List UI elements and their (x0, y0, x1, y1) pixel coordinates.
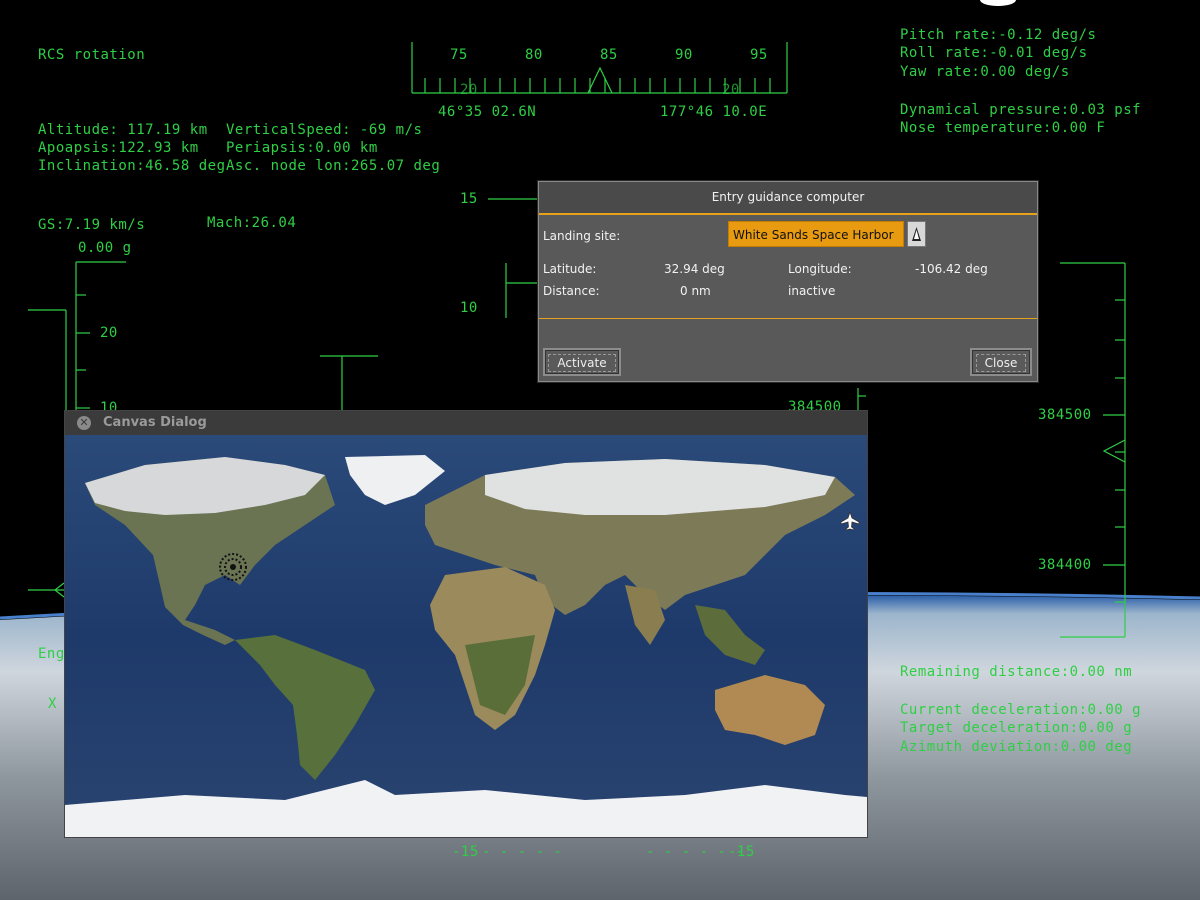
heading-tick-label: 80 (525, 47, 543, 63)
dialog-separator (539, 318, 1037, 319)
distance-label: Distance: (543, 284, 600, 298)
landing-site-label: Landing site: (543, 229, 621, 243)
heading-tick-label: 95 (750, 47, 768, 63)
canvas-dialog-titlebar[interactable]: ✕ Canvas Dialog (65, 411, 867, 435)
heading-tick-label: 90 (675, 47, 693, 63)
activate-button-label: Activate (548, 354, 616, 372)
dropdown-arrow-icon[interactable] (907, 221, 926, 247)
heading-tick-label: 85 (600, 47, 618, 63)
speed-20-label: 20 (100, 325, 118, 341)
azimuth-deviation-readout: Azimuth deviation:0.00 deg (900, 739, 1133, 755)
pitch-rate-readout: Pitch rate:-0.12 deg/s (900, 27, 1097, 43)
pitch-neg15-right-label: -15 (728, 844, 755, 860)
nose-temperature-readout: Nose temperature:0.00 F (900, 120, 1106, 136)
inclination-readout: Inclination:46.58 deg (38, 158, 226, 174)
apoapsis-readout: Apoapsis:122.93 km (38, 140, 199, 156)
current-deceleration-readout: Current deceleration:0.00 g (900, 702, 1142, 718)
entry-guidance-dialog: Entry guidance computer Landing site: Wh… (538, 181, 1038, 382)
roll-rate-readout: Roll rate:-0.01 deg/s (900, 45, 1088, 61)
landing-site-select[interactable]: White Sands Space Harbor (728, 221, 904, 247)
mach-readout: Mach:26.04 (207, 215, 297, 231)
remaining-distance-readout: Remaining distance:0.00 nm (900, 664, 1133, 680)
rcs-rotation-label: RCS rotation (38, 47, 146, 63)
heading-tick-label: 75 (450, 47, 468, 63)
pitch-ladder-dashes: - - - - - (482, 844, 563, 860)
yaw-rate-readout: Yaw rate:0.00 deg/s (900, 64, 1070, 80)
close-button[interactable]: Close (970, 348, 1032, 376)
ground-speed-readout: GS:7.19 km/s (38, 217, 146, 233)
g-load-readout: 0.00 g (78, 240, 132, 256)
heading-ref-label-right: 20 (722, 82, 740, 98)
activate-button[interactable]: Activate (543, 348, 621, 376)
target-deceleration-readout: Target deceleration:0.00 g (900, 720, 1133, 736)
vertical-speed-readout: VerticalSpeed: -69 m/s (226, 122, 423, 138)
pitch-15-label: 15 (460, 191, 478, 207)
longitude-label: Longitude: (788, 262, 852, 276)
dialog-title: Entry guidance computer (539, 182, 1037, 215)
pitch-neg15-left-label: -15 (452, 844, 479, 860)
canvas-dialog-title: Canvas Dialog (103, 415, 207, 430)
asc-node-readout: Asc. node lon:265.07 deg (226, 158, 441, 174)
periapsis-readout: Periapsis:0.00 km (226, 140, 378, 156)
altitude-readout: Altitude: 117.19 km (38, 122, 208, 138)
x-label: X (48, 696, 57, 712)
dynamic-pressure-readout: Dynamical pressure:0.03 psf (900, 102, 1142, 118)
altitude-tape-label: 384500 (1038, 407, 1092, 423)
latitude-label: Latitude: (543, 262, 597, 276)
longitude-readout: 177°46 10.0E (660, 104, 768, 120)
world-map[interactable] (65, 435, 867, 837)
longitude-value: -106.42 deg (915, 262, 988, 276)
pitch-10-label: 10 (460, 300, 478, 316)
engine-label: Eng (38, 646, 65, 662)
heading-ref-label: 20 (460, 82, 478, 98)
close-button-label: Close (975, 354, 1027, 372)
guidance-status: inactive (788, 284, 836, 298)
altitude-tape-label: 384400 (1038, 557, 1092, 573)
close-icon[interactable]: ✕ (77, 416, 91, 430)
latitude-readout: 46°35 02.6N (438, 104, 537, 120)
latitude-value: 32.94 deg (664, 262, 725, 276)
distance-value: 0 nm (680, 284, 711, 298)
canvas-dialog: ✕ Canvas Dialog (64, 410, 868, 838)
